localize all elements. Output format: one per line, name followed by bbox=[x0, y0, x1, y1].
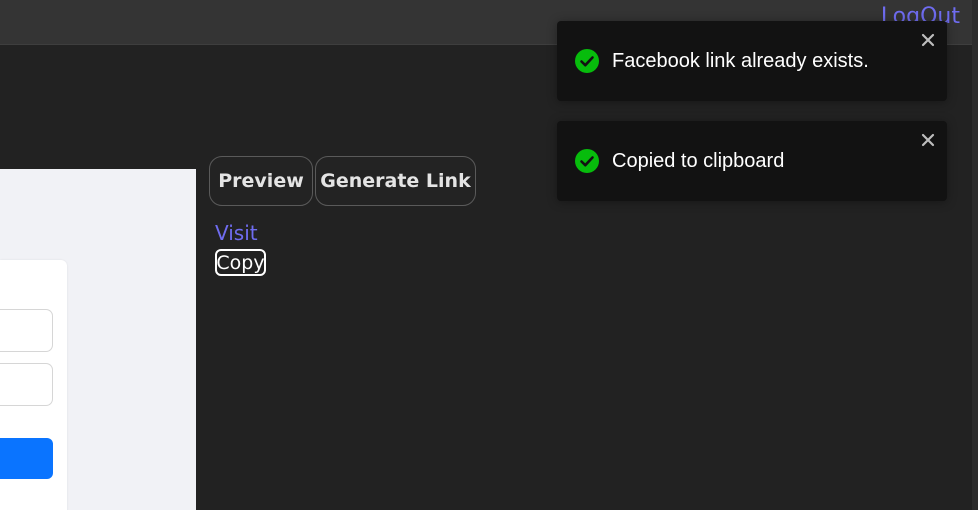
toast-message: Copied to clipboard bbox=[612, 150, 785, 172]
toast-notification: Copied to clipboard bbox=[557, 121, 947, 201]
preview-button[interactable]: Preview bbox=[209, 156, 313, 206]
copy-button[interactable]: Copy bbox=[215, 249, 266, 276]
close-icon[interactable] bbox=[921, 133, 935, 147]
close-icon[interactable] bbox=[921, 33, 935, 47]
form-input-field[interactable] bbox=[0, 363, 53, 406]
generate-link-button[interactable]: Generate Link bbox=[315, 156, 476, 206]
visit-link[interactable]: Visit bbox=[215, 221, 258, 245]
preview-panel bbox=[0, 169, 196, 510]
check-circle-icon bbox=[575, 49, 599, 73]
form-input-field[interactable] bbox=[0, 309, 53, 352]
check-circle-icon bbox=[575, 149, 599, 173]
page-scrollbar[interactable] bbox=[972, 0, 978, 510]
toast-notification: Facebook link already exists. bbox=[557, 21, 947, 101]
form-submit-button[interactable] bbox=[0, 438, 53, 479]
toast-message: Facebook link already exists. bbox=[612, 50, 869, 72]
form-card bbox=[0, 260, 67, 510]
